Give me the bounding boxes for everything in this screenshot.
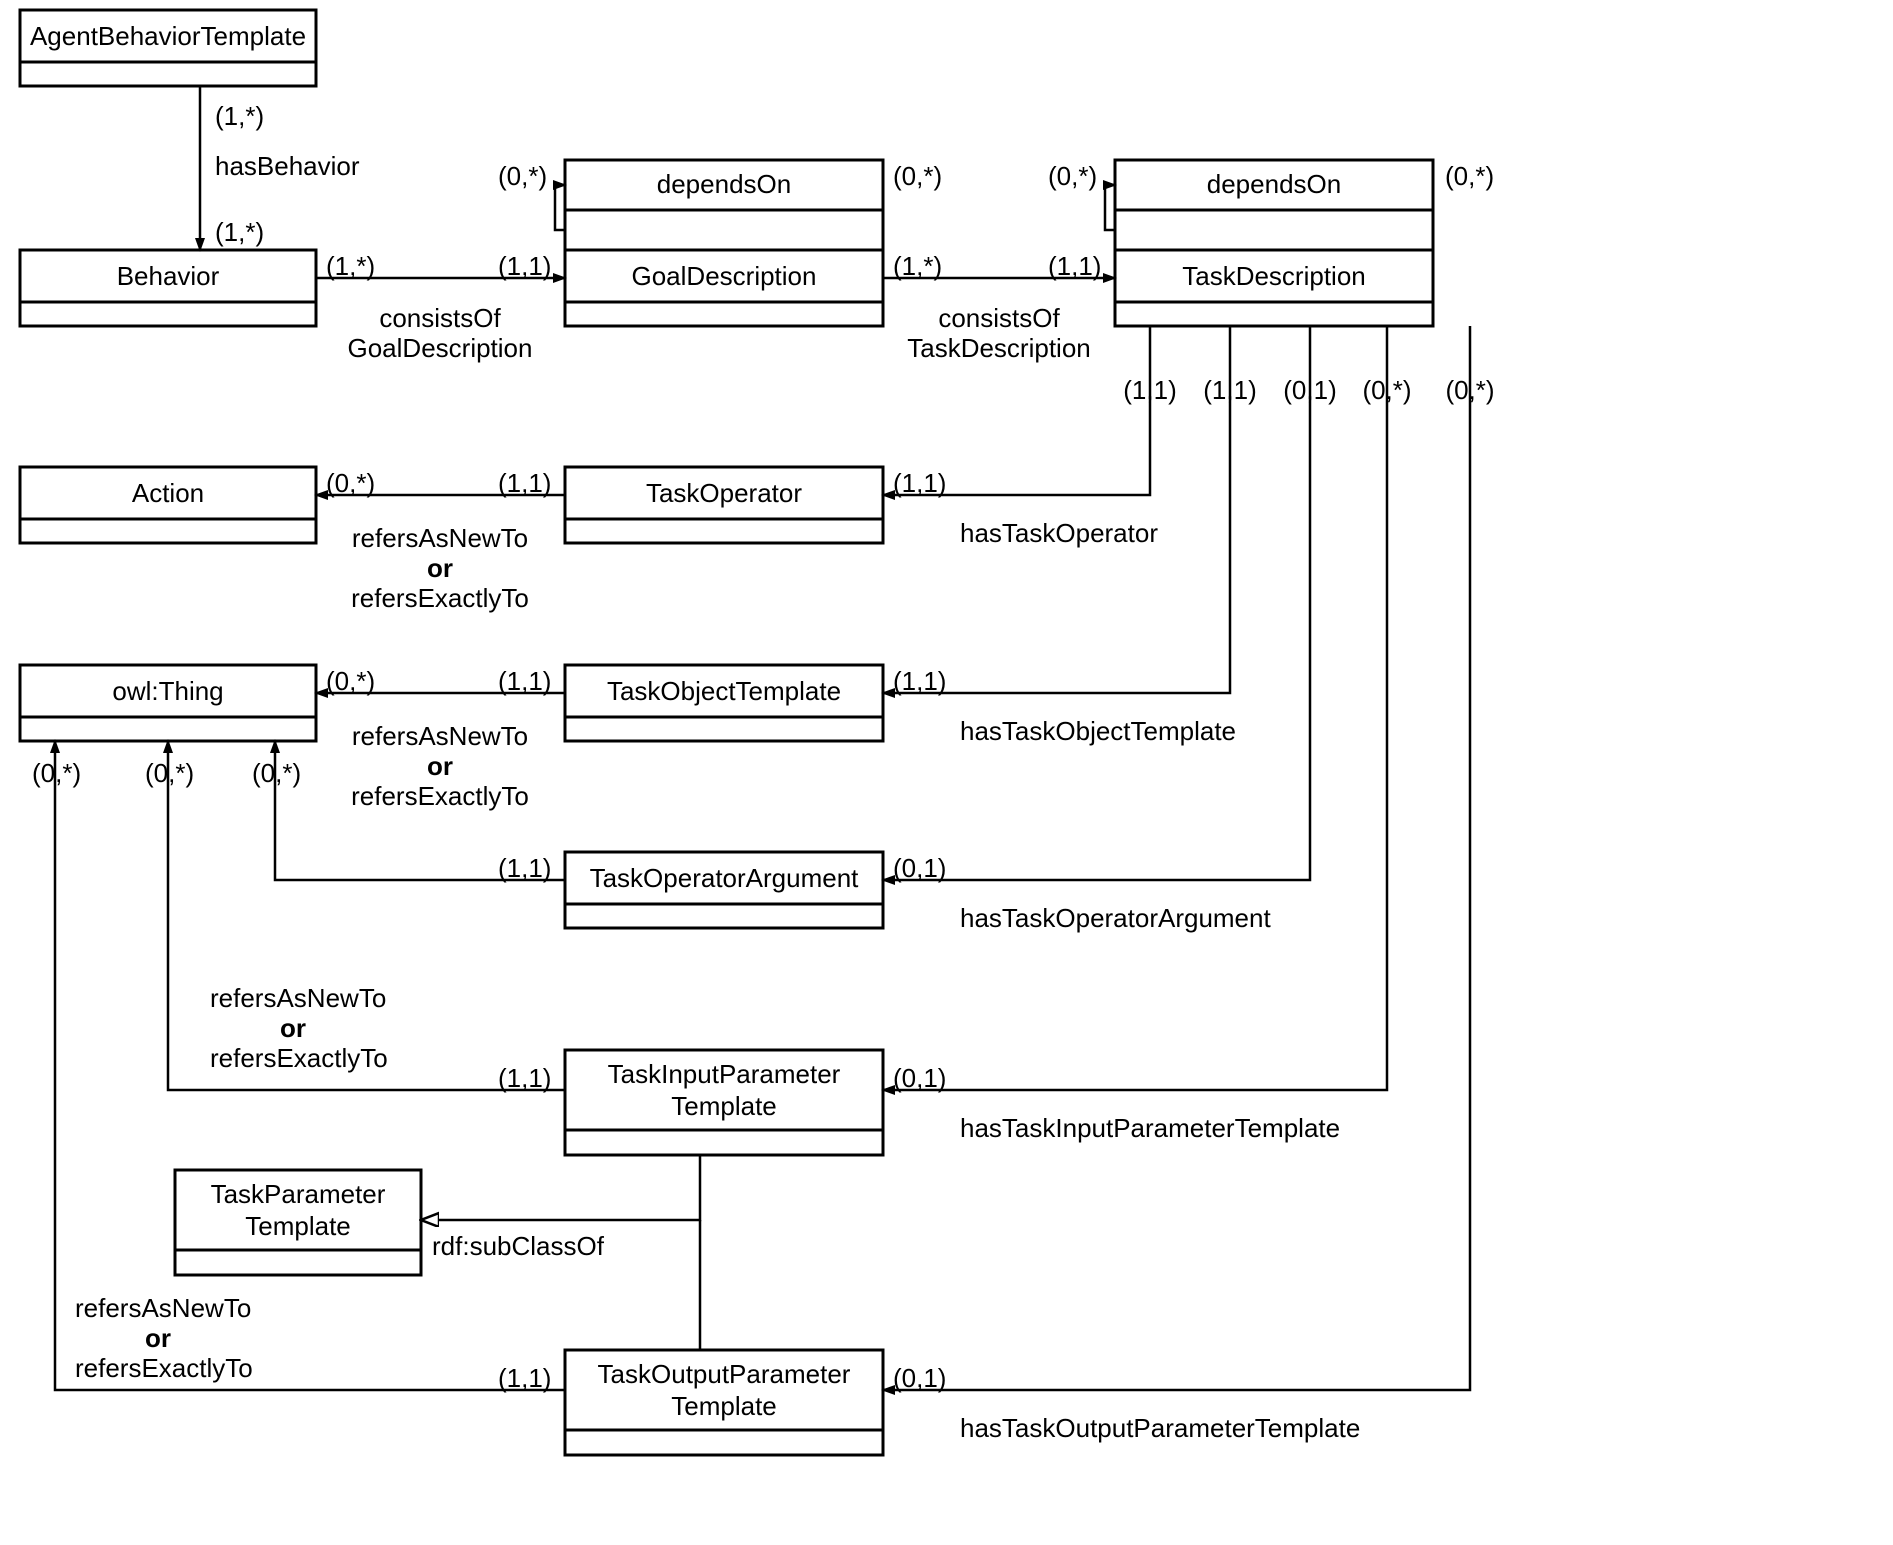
class-task-object-template: TaskObjectTemplate [565,665,883,741]
svg-text:TaskParameter: TaskParameter [211,1179,386,1209]
svg-text:GoalDescription: GoalDescription [632,261,817,291]
svg-text:(0,*): (0,*) [1445,161,1494,191]
svg-text:(0,*): (0,*) [32,758,81,788]
svg-text:TaskOperatorArgument: TaskOperatorArgument [590,863,860,893]
svg-text:(0,1): (0,1) [893,1363,946,1393]
svg-text:(1,*): (1,*) [893,251,942,281]
class-goal-description: dependsOn GoalDescription [565,160,883,326]
edge-has-task-input-parameter-template [883,326,1387,1090]
svg-text:refersAsNewTo: refersAsNewTo [75,1293,251,1323]
svg-text:refersAsNewTo: refersAsNewTo [352,523,528,553]
svg-text:hasTaskObjectTemplate: hasTaskObjectTemplate [960,716,1236,746]
edge-has-task-output-parameter-template [883,326,1470,1390]
svg-text:(1,1): (1,1) [893,468,946,498]
svg-text:(1,*): (1,*) [215,217,264,247]
svg-text:Action: Action [132,478,204,508]
svg-text:(0,*): (0,*) [893,161,942,191]
class-agent-behavior-template: AgentBehaviorTemplate [20,10,316,86]
svg-text:hasBehavior: hasBehavior [215,151,360,181]
svg-text:refersExactlyTo: refersExactlyTo [75,1353,253,1383]
svg-text:rdf:subClassOf: rdf:subClassOf [432,1231,605,1261]
svg-text:(1,1): (1,1) [498,853,551,883]
svg-text:refersAsNewTo: refersAsNewTo [352,721,528,751]
svg-text:hasTaskInputParameterTemplate: hasTaskInputParameterTemplate [960,1113,1340,1143]
svg-text:Behavior: Behavior [117,261,220,291]
svg-text:(1,1): (1,1) [498,666,551,696]
svg-text:TaskDescription: TaskDescription [1182,261,1366,291]
svg-text:(0,*): (0,*) [1048,161,1097,191]
svg-text:or: or [145,1323,171,1353]
class-task-input-parameter-template: TaskInputParameter Template [565,1050,883,1155]
svg-text:(1,*): (1,*) [326,251,375,281]
class-task-operator: TaskOperator [565,467,883,543]
svg-text:hasTaskOperator: hasTaskOperator [960,518,1158,548]
svg-text:Template: Template [245,1211,351,1241]
svg-text:TaskObjectTemplate: TaskObjectTemplate [607,676,841,706]
svg-text:(0,1): (0,1) [893,853,946,883]
svg-text:(1,*): (1,*) [215,101,264,131]
svg-text:GoalDescription: GoalDescription [348,333,533,363]
svg-text:consistsOf: consistsOf [379,303,501,333]
svg-text:(0,*): (0,*) [326,468,375,498]
svg-text:TaskOperator: TaskOperator [646,478,802,508]
svg-text:TaskDescription: TaskDescription [907,333,1091,363]
svg-text:(1,1): (1,1) [893,666,946,696]
svg-text:dependsOn: dependsOn [657,169,791,199]
svg-text:or: or [427,553,453,583]
svg-text:Template: Template [671,1091,777,1121]
svg-text:owl:Thing: owl:Thing [112,676,223,706]
svg-text:(0,*): (0,*) [145,758,194,788]
edge-has-task-operator-argument [883,326,1310,880]
svg-text:TaskInputParameter: TaskInputParameter [608,1059,841,1089]
svg-text:refersExactlyTo: refersExactlyTo [351,583,529,613]
svg-text:(1,1): (1,1) [498,251,551,281]
svg-text:refersExactlyTo: refersExactlyTo [210,1043,388,1073]
svg-text:(1,1): (1,1) [1048,251,1101,281]
edge-subclass-input [421,1155,700,1220]
class-task-parameter-template: TaskParameter Template [175,1170,421,1275]
uml-diagram: AgentBehaviorTemplate Behavior dependsOn… [0,0,1893,1545]
svg-text:dependsOn: dependsOn [1207,169,1341,199]
svg-text:consistsOf: consistsOf [938,303,1060,333]
svg-text:(0,*): (0,*) [326,666,375,696]
svg-text:(1,1): (1,1) [498,1063,551,1093]
svg-text:(1,1): (1,1) [498,1363,551,1393]
svg-text:(0,1): (0,1) [893,1063,946,1093]
class-task-output-parameter-template: TaskOutputParameter Template [565,1350,883,1455]
class-action: Action [20,467,316,543]
svg-text:or: or [280,1013,306,1043]
svg-text:(1,1): (1,1) [498,468,551,498]
edge-has-task-object-template [883,326,1230,693]
svg-text:refersExactlyTo: refersExactlyTo [351,781,529,811]
svg-text:Template: Template [671,1391,777,1421]
svg-text:(0,*): (0,*) [498,161,547,191]
class-task-description: dependsOn TaskDescription [1115,160,1433,326]
svg-text:(0,*): (0,*) [252,758,301,788]
svg-text:AgentBehaviorTemplate: AgentBehaviorTemplate [30,21,306,51]
class-task-operator-argument: TaskOperatorArgument [565,852,883,928]
svg-text:hasTaskOutputParameterTemplate: hasTaskOutputParameterTemplate [960,1413,1360,1443]
svg-text:TaskOutputParameter: TaskOutputParameter [598,1359,851,1389]
class-behavior: Behavior [20,250,316,326]
svg-text:refersAsNewTo: refersAsNewTo [210,983,386,1013]
svg-text:or: or [427,751,453,781]
svg-text:hasTaskOperatorArgument: hasTaskOperatorArgument [960,903,1271,933]
class-owl-thing: owl:Thing [20,665,316,741]
